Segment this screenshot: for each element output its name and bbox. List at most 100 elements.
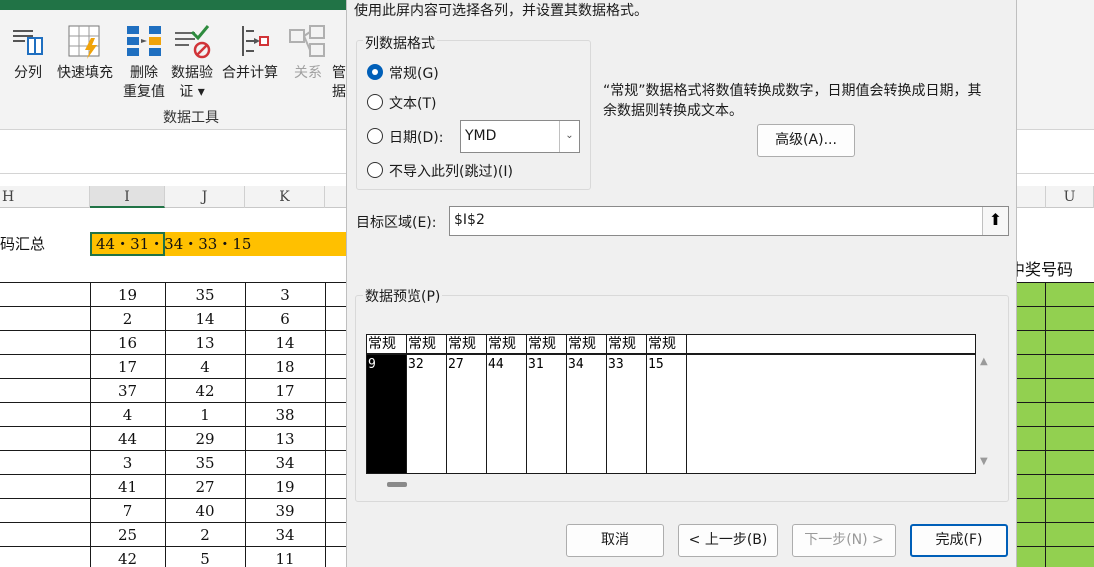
cancel-button[interactable]: 取消 <box>566 524 664 557</box>
selected-cell-value[interactable]: 44・31・34・33・15 <box>96 232 251 256</box>
radio-general-label[interactable]: 常规(G) <box>389 63 439 83</box>
table-cell[interactable]: 6 <box>245 307 325 331</box>
table-cell[interactable]: 18 <box>245 355 325 379</box>
next-button[interactable]: 下一步(N) > <box>792 524 896 557</box>
table-cell[interactable]: 3 <box>90 451 165 475</box>
preview-column-header[interactable]: 常规 <box>647 335 687 354</box>
preview-column[interactable]: 33 <box>607 355 647 473</box>
column-border <box>325 282 326 567</box>
radio-skip-label[interactable]: 不导入此列(跳过)(I) <box>389 161 513 181</box>
text-to-columns-button[interactable]: 分列 <box>8 24 48 84</box>
column-header-i[interactable]: I <box>90 186 165 208</box>
table-cell[interactable]: 25 <box>90 523 165 547</box>
advanced-button[interactable]: 高级(A)... <box>757 124 855 157</box>
text-to-columns-label: 分列 <box>14 65 42 81</box>
column-header-h[interactable]: H <box>0 186 90 208</box>
table-cell[interactable]: 37 <box>90 379 165 403</box>
table-cell[interactable]: 17 <box>245 379 325 403</box>
preview-column[interactable]: 9 <box>367 355 407 473</box>
row-border <box>1017 474 1094 475</box>
preview-column-header[interactable]: 常规 <box>447 335 487 354</box>
table-cell[interactable]: 13 <box>165 331 245 355</box>
preview-column[interactable]: 44 <box>487 355 527 473</box>
flash-fill-button[interactable]: 快速填充 <box>54 24 116 84</box>
radio-date[interactable] <box>367 128 383 144</box>
column-header-k[interactable]: K <box>245 186 325 208</box>
preview-column[interactable]: 15 <box>647 355 687 473</box>
table-cell[interactable]: 34 <box>245 451 325 475</box>
preview-column-header[interactable]: 常规 <box>567 335 607 354</box>
consolidate-button[interactable]: 合并计算 <box>218 24 282 84</box>
data-validation-button[interactable]: 数据验 证 ▾ <box>168 24 216 102</box>
preview-column-header[interactable]: 常规 <box>367 335 407 354</box>
scroll-down-icon[interactable]: ▼ <box>980 456 988 467</box>
table-cell[interactable]: 42 <box>90 547 165 567</box>
right-sheet-area[interactable]: 中奖号码 <box>1017 186 1094 567</box>
table-cell[interactable]: 5 <box>165 547 245 567</box>
chevron-down-icon[interactable]: ⌄ <box>559 121 579 152</box>
preview-column[interactable]: 34 <box>567 355 607 473</box>
preview-vertical-scrollbar[interactable]: ▲ ▼ <box>976 334 996 474</box>
table-cell[interactable]: 35 <box>165 451 245 475</box>
table-cell[interactable]: 14 <box>245 331 325 355</box>
horizontal-scroll-thumb[interactable] <box>387 482 407 487</box>
table-cell[interactable]: 16 <box>90 331 165 355</box>
table-cell[interactable]: 17 <box>90 355 165 379</box>
table-cell[interactable]: 35 <box>165 283 245 307</box>
table-cell[interactable]: 29 <box>165 427 245 451</box>
radio-text[interactable] <box>367 94 383 110</box>
preview-column[interactable]: 32 <box>407 355 447 473</box>
table-cell[interactable]: 4 <box>90 403 165 427</box>
table-cell[interactable]: 4 <box>165 355 245 379</box>
back-button[interactable]: < 上一步(B) <box>678 524 778 557</box>
table-cell[interactable]: 41 <box>90 475 165 499</box>
date-format-value: YMD <box>465 128 497 144</box>
table-cell[interactable]: 7 <box>90 499 165 523</box>
preview-column-header[interactable]: 常规 <box>527 335 567 354</box>
table-cell[interactable]: 44 <box>90 427 165 451</box>
table-cell[interactable]: 39 <box>245 499 325 523</box>
preview-column-header[interactable]: 常规 <box>407 335 447 354</box>
finish-button[interactable]: 完成(F) <box>910 524 1008 557</box>
relationships-button[interactable]: 关系 <box>288 24 328 84</box>
date-format-select[interactable]: YMD ⌄ <box>460 120 580 153</box>
radio-text-label[interactable]: 文本(T) <box>389 93 436 113</box>
data-preview-table[interactable]: 常规 9 常规 32 常规 27 常规 44 常规 31 常规 34 常规 33 常规 15 <box>366 334 976 474</box>
table-cell[interactable]: 3 <box>245 283 325 307</box>
table-cell[interactable]: 2 <box>165 523 245 547</box>
row-border <box>1017 354 1094 355</box>
table-cell[interactable]: 11 <box>245 547 325 567</box>
collapse-dialog-icon[interactable]: ⬆ <box>982 207 1008 235</box>
data-validation-icon <box>175 25 211 59</box>
table-cell[interactable]: 34 <box>245 523 325 547</box>
preview-horizontal-scrollbar[interactable] <box>366 474 976 496</box>
prize-numbers-header[interactable]: 中奖号码 <box>1017 258 1094 282</box>
preview-column-header[interactable]: 常规 <box>607 335 647 354</box>
radio-skip-column[interactable] <box>367 162 383 178</box>
table-cell[interactable]: 13 <box>245 427 325 451</box>
summary-label-cell[interactable]: 码汇总 <box>0 232 90 256</box>
table-cell[interactable]: 40 <box>165 499 245 523</box>
radio-date-label[interactable]: 日期(D): <box>389 127 443 147</box>
destination-input[interactable]: $I$2 ⬆ <box>449 206 1009 236</box>
table-cell[interactable]: 1 <box>165 403 245 427</box>
preview-column[interactable]: 27 <box>447 355 487 473</box>
table-cell[interactable]: 19 <box>90 283 165 307</box>
manage-data-model-label-1: 管 <box>332 65 346 81</box>
row-border <box>1017 330 1094 331</box>
preview-column[interactable]: 31 <box>527 355 567 473</box>
flash-fill-label: 快速填充 <box>57 65 113 81</box>
table-cell[interactable]: 38 <box>245 403 325 427</box>
radio-general[interactable] <box>367 64 383 80</box>
scroll-up-icon[interactable]: ▲ <box>980 356 988 367</box>
column-header-j[interactable]: J <box>165 186 245 208</box>
manage-data-model-button[interactable]: 管 据 <box>332 24 346 102</box>
remove-duplicates-button[interactable]: 删除 重复值 <box>120 24 168 102</box>
table-cell[interactable]: 2 <box>90 307 165 331</box>
table-cell[interactable]: 14 <box>165 307 245 331</box>
table-cell[interactable]: 19 <box>245 475 325 499</box>
preview-column-header[interactable]: 常规 <box>487 335 527 354</box>
table-cell[interactable]: 27 <box>165 475 245 499</box>
table-cell[interactable]: 42 <box>165 379 245 403</box>
prize-cells[interactable] <box>1017 282 1094 567</box>
